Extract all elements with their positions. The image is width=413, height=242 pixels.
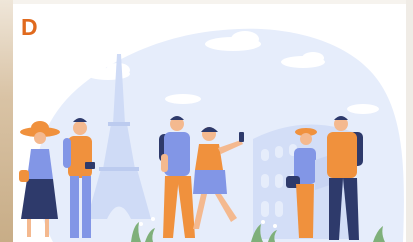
smartphone-icon — [239, 132, 244, 142]
card-letter-label: D — [21, 14, 38, 40]
camera-icon — [85, 162, 95, 169]
tourists-illustration — [19, 28, 404, 242]
right-background-strip — [406, 0, 413, 242]
left-background-strip — [0, 0, 13, 242]
